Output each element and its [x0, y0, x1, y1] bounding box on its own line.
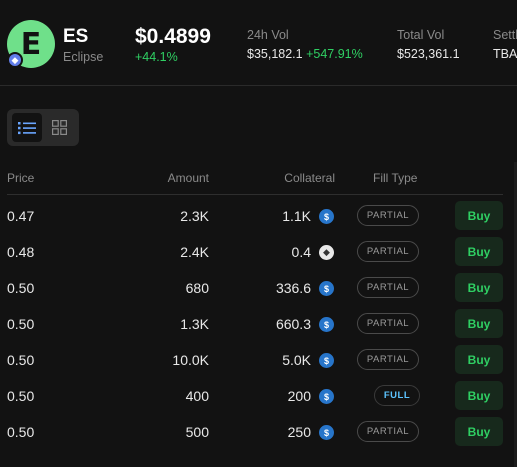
table-row[interactable]: 0.50 10.0K 5.0K $ PARTIAL Buy	[0, 342, 517, 378]
vol24h-amount: $35,182.1	[247, 47, 303, 61]
row-price: 0.48	[7, 244, 35, 260]
ethereum-icon: ◆	[319, 245, 334, 260]
usdc-icon: $	[319, 389, 334, 404]
token-symbol: ES	[63, 26, 89, 47]
usdc-icon: $	[319, 281, 334, 296]
buy-button[interactable]: Buy	[455, 309, 503, 338]
row-collateral: 660.3	[275, 316, 311, 332]
row-price: 0.50	[7, 352, 35, 368]
settle-value: TBA	[493, 47, 517, 61]
vol24h-label: 24h Vol	[247, 28, 289, 42]
usdc-icon: $	[319, 353, 334, 368]
row-collateral: 0.4	[291, 244, 311, 260]
vol24h-value: $35,182.1 +547.91%	[247, 47, 363, 61]
settle-label: Settle	[493, 28, 517, 42]
vol24h-change: +547.91%	[306, 47, 363, 61]
ethereum-icon: ◆	[7, 52, 23, 68]
total-vol-label: Total Vol	[397, 28, 445, 42]
row-price: 0.50	[7, 388, 35, 404]
table-row[interactable]: 0.50 1.3K 660.3 $ PARTIAL Buy	[0, 306, 517, 342]
row-collateral: 336.6	[275, 280, 311, 296]
list-view-icon	[18, 121, 36, 134]
row-amount: 2.3K	[180, 208, 209, 224]
fill-type-badge: PARTIAL	[357, 421, 419, 442]
fill-type-header: Fill Type	[373, 171, 418, 185]
fill-type-badge: PARTIAL	[357, 205, 419, 226]
grid-view-button[interactable]	[44, 113, 74, 142]
buy-button[interactable]: Buy	[455, 381, 503, 410]
row-collateral: 1.1K	[282, 208, 311, 224]
table-row[interactable]: 0.48 2.4K 0.4 ◆ PARTIAL Buy	[0, 234, 517, 270]
row-collateral: 250	[287, 424, 311, 440]
row-price: 0.47	[7, 208, 35, 224]
amount-header[interactable]: Amount	[168, 171, 209, 185]
fill-type-badge: PARTIAL	[357, 277, 419, 298]
row-price: 0.50	[7, 316, 35, 332]
row-amount: 1.3K	[180, 316, 209, 332]
token-name: Eclipse	[63, 50, 104, 64]
price-header[interactable]: Price	[7, 171, 34, 185]
buy-button[interactable]: Buy	[455, 201, 503, 230]
usdc-icon: $	[319, 317, 334, 332]
buy-button[interactable]: Buy	[455, 417, 503, 446]
table-row[interactable]: 0.50 680 336.6 $ PARTIAL Buy	[0, 270, 517, 306]
usdc-icon: $	[319, 209, 334, 224]
buy-button[interactable]: Buy	[455, 237, 503, 266]
fill-type-badge: PARTIAL	[357, 349, 419, 370]
row-amount: 400	[185, 388, 209, 404]
buy-button[interactable]: Buy	[455, 345, 503, 374]
row-collateral: 200	[287, 388, 311, 404]
total-vol-value: $523,361.1	[397, 47, 460, 61]
table-row[interactable]: 0.50 500 250 $ PARTIAL Buy	[0, 414, 517, 450]
fill-type-badge: FULL	[374, 385, 420, 406]
table-row[interactable]: 0.50 400 200 $ FULL Buy	[0, 378, 517, 414]
token-price: $0.4899	[135, 25, 211, 48]
view-toggle	[7, 109, 79, 146]
table-row[interactable]: 0.47 2.3K 1.1K $ PARTIAL Buy	[0, 198, 517, 234]
buy-button[interactable]: Buy	[455, 273, 503, 302]
row-amount: 10.0K	[172, 352, 209, 368]
fill-type-badge: PARTIAL	[357, 313, 419, 334]
row-amount: 680	[185, 280, 209, 296]
row-amount: 2.4K	[180, 244, 209, 260]
collateral-header[interactable]: Collateral	[284, 171, 335, 185]
price-change: +44.1%	[135, 50, 178, 64]
row-price: 0.50	[7, 424, 35, 440]
row-collateral: 5.0K	[282, 352, 311, 368]
row-amount: 500	[185, 424, 209, 440]
list-view-button[interactable]	[12, 113, 42, 142]
fill-type-badge: PARTIAL	[357, 241, 419, 262]
table-header: Price Amount Collateral Fill Type	[7, 160, 503, 195]
usdc-icon: $	[319, 425, 334, 440]
token-header: E ◆ ES Eclipse $0.4899 +44.1% 24h Vol $3…	[0, 0, 517, 86]
grid-view-icon	[51, 120, 67, 135]
row-price: 0.50	[7, 280, 35, 296]
